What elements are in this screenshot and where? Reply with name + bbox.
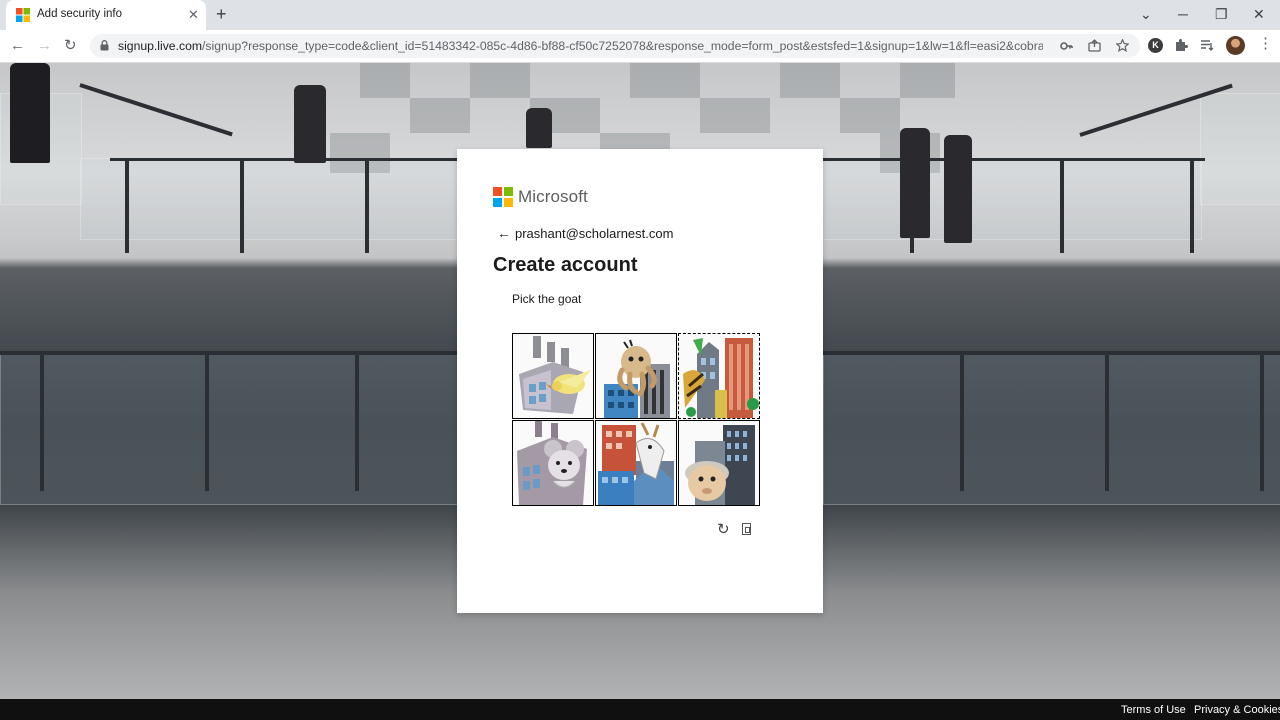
captcha-cell-factory-bird[interactable]	[512, 333, 594, 419]
share-icon[interactable]	[1088, 39, 1101, 52]
url-text[interactable]: signup.live.com/signup?response_type=cod…	[118, 39, 1043, 53]
tab-title: Add security info	[37, 8, 123, 20]
factory-bird-image	[519, 336, 591, 414]
microsoft-favicon-icon	[16, 8, 30, 22]
captcha-cell-buildings-plant[interactable]	[678, 333, 760, 419]
buildings-plant-image	[683, 338, 759, 418]
tab-search-icon[interactable]: ⌄	[1140, 4, 1152, 24]
buildings-goat-image	[598, 422, 674, 505]
profile-k-icon[interactable]: K	[1148, 38, 1163, 53]
captcha-instruction: Pick the goat	[512, 292, 582, 306]
page-title: Create account	[493, 254, 638, 276]
lock-icon[interactable]	[100, 40, 109, 51]
brand-name: Microsoft	[518, 187, 588, 206]
captcha-refresh-icon[interactable]: ↻	[717, 522, 730, 538]
captcha-cell-buildings-sheep[interactable]	[678, 420, 760, 506]
browser-toolbar: ← → ↻ signup.live.com/signup?response_ty…	[0, 30, 1280, 63]
tab-add-security-info[interactable]: Add security info ✕	[6, 0, 206, 30]
back-button[interactable]: ←	[10, 37, 25, 55]
url-host: signup.live.com	[118, 39, 202, 53]
buildings-sheep-image	[685, 425, 755, 505]
restore-button[interactable]: ❐	[1215, 4, 1228, 24]
microsoft-logo-icon	[493, 187, 513, 207]
avatar[interactable]	[1226, 36, 1245, 55]
window-close-button[interactable]: ✕	[1253, 4, 1265, 24]
minimize-button[interactable]: ─	[1178, 4, 1188, 24]
captcha-grid	[512, 333, 761, 508]
privacy-cookies-link[interactable]: Privacy & Cookies	[1194, 704, 1280, 716]
tab-strip: Add security info ✕ + ⌄ ─ ❐ ✕	[0, 0, 1280, 30]
address-bar[interactable]: signup.live.com/signup?response_type=cod…	[90, 34, 1140, 58]
reload-button[interactable]: ↻	[64, 37, 77, 55]
forward-button[interactable]: →	[37, 37, 52, 55]
star-icon[interactable]	[1116, 39, 1129, 52]
factory-mouse-image	[517, 421, 587, 505]
building-octopus-image	[604, 339, 670, 418]
extensions-icon[interactable]	[1174, 38, 1188, 52]
account-email: prashant@scholarnest.com	[515, 226, 674, 241]
captcha-cell-buildings-goat[interactable]	[595, 420, 677, 506]
tab-close-icon[interactable]: ✕	[188, 7, 199, 23]
captcha-cell-building-octopus[interactable]	[595, 333, 677, 419]
page-footer: Terms of Use Privacy & Cookies	[0, 699, 1280, 720]
terms-of-use-link[interactable]: Terms of Use	[1121, 704, 1186, 716]
chrome-menu-icon[interactable]: ⋮	[1258, 36, 1273, 52]
captcha-cell-factory-mouse[interactable]	[512, 420, 594, 506]
captcha-audio-icon[interactable]	[742, 523, 751, 535]
reading-list-icon[interactable]	[1200, 38, 1214, 52]
key-icon[interactable]	[1060, 40, 1073, 52]
new-tab-button[interactable]: +	[216, 4, 227, 24]
url-path: /signup?response_type=code&client_id=514…	[202, 39, 1043, 53]
back-arrow-icon[interactable]: ←	[497, 225, 511, 241]
create-account-dialog: Microsoft ← prashant@scholarnest.com Cre…	[457, 149, 823, 613]
